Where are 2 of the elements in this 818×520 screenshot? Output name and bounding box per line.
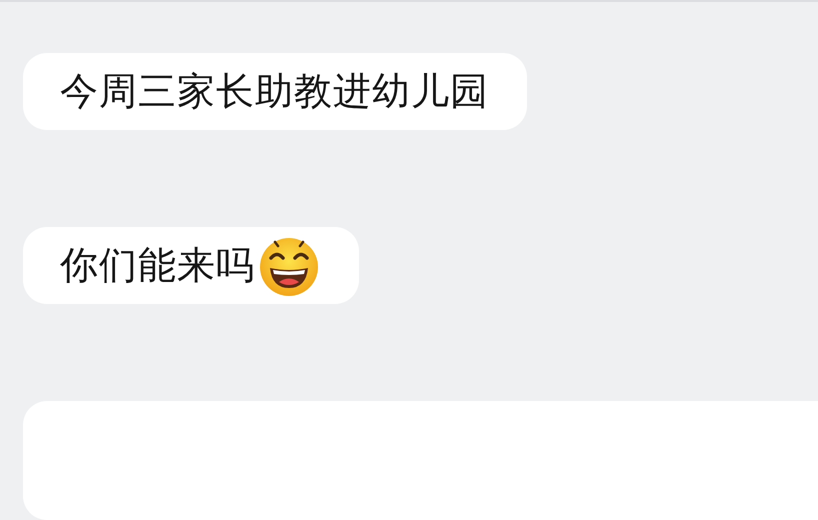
message-text: 你们能来吗 bbox=[60, 242, 255, 289]
message-text: 今周三家长助教进幼儿园 bbox=[60, 68, 489, 115]
